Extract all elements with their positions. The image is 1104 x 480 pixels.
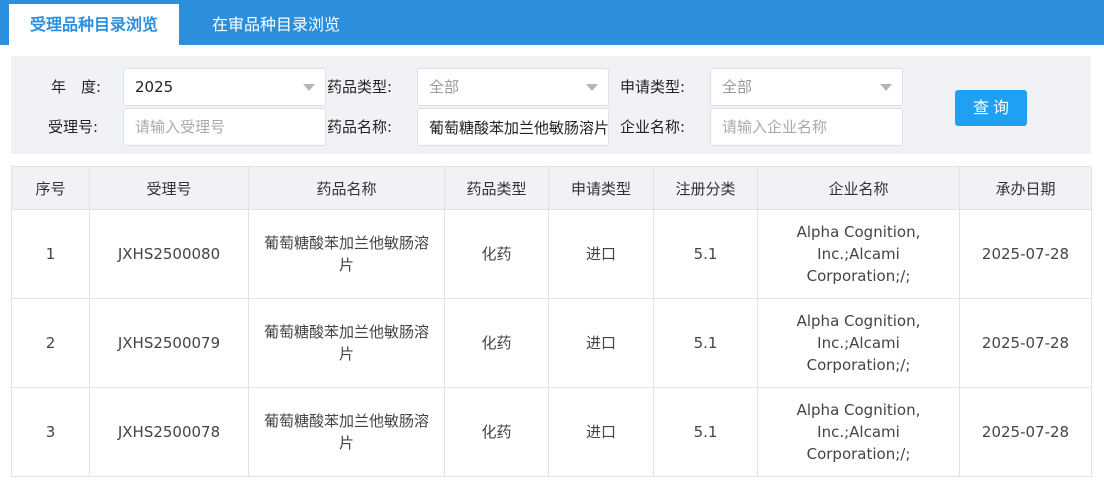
- cell-index: 1: [11, 209, 90, 299]
- cell-apply-type: 进口: [548, 209, 654, 299]
- cell-company: Alpha Cognition, Inc.;Alcami Corporation…: [757, 298, 960, 388]
- year-label: 年 度:: [51, 78, 102, 96]
- table-row[interactable]: 2 JXHS2500079 葡萄糖酸苯加兰他敏肠溶片 化药 进口 5.1 Alp…: [11, 298, 1092, 388]
- cell-accept-no: JXHS2500080: [89, 209, 249, 299]
- table-header-row: 序号 受理号 药品名称 药品类型 申请类型 注册分类 企业名称 承办日期: [11, 166, 1092, 210]
- accept-no-field[interactable]: [123, 108, 326, 146]
- drug-name-label: 药品名称:: [327, 118, 393, 136]
- cell-date: 2025-07-28: [959, 209, 1092, 299]
- cell-accept-no: JXHS2500079: [89, 298, 249, 388]
- tab-accepted-catalog[interactable]: 受理品种目录浏览: [9, 4, 179, 45]
- cell-drug-type: 化药: [444, 209, 549, 299]
- cell-reg-class: 5.1: [653, 209, 758, 299]
- apply-type-label: 申请类型:: [620, 78, 686, 96]
- cell-date: 2025-07-28: [959, 298, 1092, 388]
- cell-drug-name: 葡萄糖酸苯加兰他敏肠溶片: [248, 298, 445, 388]
- cell-accept-no: JXHS2500078: [89, 387, 249, 477]
- chevron-down-icon: [880, 84, 892, 91]
- table-row[interactable]: 3 JXHS2500078 葡萄糖酸苯加兰他敏肠溶片 化药 进口 5.1 Alp…: [11, 387, 1092, 477]
- tab-under-review-catalog[interactable]: 在审品种目录浏览: [196, 4, 356, 45]
- year-value: 2025: [135, 78, 174, 96]
- company-label: 企业名称:: [620, 118, 686, 136]
- filter-panel: 年 度: 2025 药品类型: 全部 申请类型: 全部 查询 受理号: 药品名称…: [11, 56, 1091, 154]
- header-drug-name: 药品名称: [248, 166, 445, 210]
- accept-no-input[interactable]: [135, 109, 325, 145]
- apply-type-value: 全部: [722, 78, 753, 96]
- header-date: 承办日期: [959, 166, 1092, 210]
- drug-name-field[interactable]: [417, 108, 609, 146]
- cell-index: 2: [11, 298, 90, 388]
- cell-drug-name: 葡萄糖酸苯加兰他敏肠溶片: [248, 209, 445, 299]
- header-company: 企业名称: [757, 166, 960, 210]
- drug-type-select[interactable]: 全部: [417, 68, 609, 106]
- cell-reg-class: 5.1: [653, 387, 758, 477]
- header-reg-class: 注册分类: [653, 166, 758, 210]
- cell-reg-class: 5.1: [653, 298, 758, 388]
- company-field[interactable]: [710, 108, 903, 146]
- cell-apply-type: 进口: [548, 387, 654, 477]
- header-drug-type: 药品类型: [444, 166, 549, 210]
- header-apply-type: 申请类型: [548, 166, 654, 210]
- results-table: 序号 受理号 药品名称 药品类型 申请类型 注册分类 企业名称 承办日期 1 J…: [11, 166, 1092, 477]
- cell-company: Alpha Cognition, Inc.;Alcami Corporation…: [757, 209, 960, 299]
- header-accept-no: 受理号: [89, 166, 249, 210]
- header-index: 序号: [11, 166, 90, 210]
- year-select[interactable]: 2025: [123, 68, 326, 106]
- cell-apply-type: 进口: [548, 298, 654, 388]
- chevron-down-icon: [303, 84, 315, 91]
- cell-drug-name: 葡萄糖酸苯加兰他敏肠溶片: [248, 387, 445, 477]
- tab-bar: 受理品种目录浏览 在审品种目录浏览: [0, 0, 1104, 45]
- apply-type-select[interactable]: 全部: [710, 68, 903, 106]
- drug-type-value: 全部: [429, 78, 460, 96]
- query-button[interactable]: 查询: [955, 90, 1027, 126]
- cell-index: 3: [11, 387, 90, 477]
- drug-name-input[interactable]: [429, 109, 608, 145]
- chevron-down-icon: [586, 84, 598, 91]
- cell-drug-type: 化药: [444, 387, 549, 477]
- company-input[interactable]: [722, 109, 902, 145]
- page: 受理品种目录浏览 在审品种目录浏览 年 度: 2025 药品类型: 全部 申请类…: [0, 0, 1104, 480]
- cell-company: Alpha Cognition, Inc.;Alcami Corporation…: [757, 387, 960, 477]
- table-row[interactable]: 1 JXHS2500080 葡萄糖酸苯加兰他敏肠溶片 化药 进口 5.1 Alp…: [11, 209, 1092, 299]
- accept-no-label: 受理号:: [48, 118, 99, 136]
- cell-drug-type: 化药: [444, 298, 549, 388]
- cell-date: 2025-07-28: [959, 387, 1092, 477]
- drug-type-label: 药品类型:: [327, 78, 393, 96]
